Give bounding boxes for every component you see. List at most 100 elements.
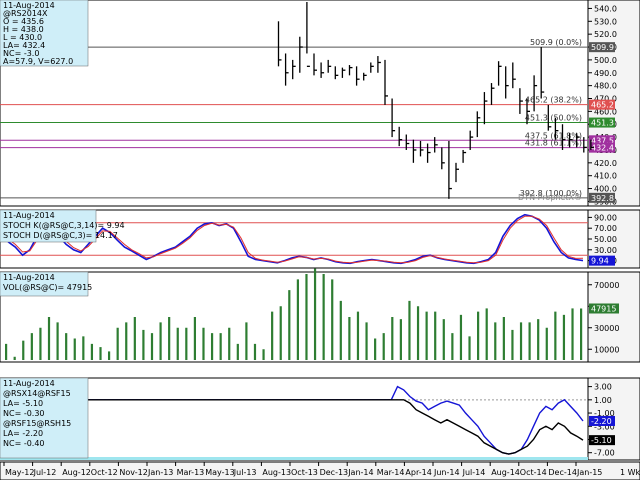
volume-bar xyxy=(365,322,368,360)
volume-bar xyxy=(116,327,119,360)
volume-bar xyxy=(348,317,351,360)
x-tick-label: Jul-14 xyxy=(462,468,486,477)
fib-badge-label: 392.8 xyxy=(591,194,614,203)
volume-bar xyxy=(451,333,454,360)
volume-bar xyxy=(425,311,428,360)
volume-bar xyxy=(374,338,377,360)
spread-badge-2-label: -5.10 xyxy=(591,436,612,445)
price-info-line: A=57.9, V=627.0 xyxy=(3,57,73,66)
volume-bar xyxy=(434,311,437,360)
volume-bar xyxy=(331,279,334,360)
stoch-ytick-label: 70.00 xyxy=(594,224,617,233)
spread-info-line: 11-Aug-2014 xyxy=(3,379,55,388)
volume-bar xyxy=(150,333,154,360)
volume-date: 11-Aug-2014 xyxy=(3,273,55,282)
volume-bar xyxy=(459,314,463,360)
volume-bar xyxy=(477,311,480,360)
volume-bar xyxy=(571,308,574,360)
price-ytick-label: 500.0 xyxy=(594,56,617,65)
volume-bar xyxy=(339,300,342,360)
volume-bar xyxy=(73,338,76,360)
volume-bar xyxy=(107,351,111,360)
spread-info-line: NC= -0.30 xyxy=(3,409,45,418)
x-tick-label: Jul-12 xyxy=(33,468,57,477)
volume-bar xyxy=(554,311,557,360)
spread-info-line: @RSF15@RSH15 xyxy=(3,419,71,428)
volume-bar xyxy=(176,327,179,360)
period-label: 1 Wk xyxy=(620,468,640,477)
volume-bar xyxy=(382,333,385,360)
price-ytick-label: 480.0 xyxy=(594,82,617,91)
volume-bar xyxy=(537,319,540,360)
spread-info-line: NC= -0.40 xyxy=(3,439,45,448)
volume-bar xyxy=(13,356,16,360)
x-tick-label: Mar-14 xyxy=(377,468,405,477)
volume-bar xyxy=(185,327,188,360)
price-ytick-label: 410.0 xyxy=(594,172,617,181)
volume-bar xyxy=(99,347,102,360)
stoch-d-label: STOCH D(@RS@C,3)= 14.17 xyxy=(3,231,118,240)
x-tick-label: Jun-14 xyxy=(433,468,460,477)
volume-bar xyxy=(416,306,420,360)
volume-bar xyxy=(442,319,445,360)
volume-bar xyxy=(262,349,265,360)
volume-bar xyxy=(47,317,51,360)
volume-bar xyxy=(39,327,42,360)
stoch-k-label: STOCH K(@RS@C,3,14)= 9.94 xyxy=(3,221,125,230)
volume-bar xyxy=(168,317,171,360)
fib-label: 431.8 (61.1%) xyxy=(525,139,582,148)
volume-bar xyxy=(236,343,239,360)
volume-bar xyxy=(313,268,317,360)
volume-bar xyxy=(468,336,471,360)
volume-bar xyxy=(245,322,248,360)
x-tick-label: Jul-13 xyxy=(233,468,257,477)
volume-bar xyxy=(511,329,514,360)
volume-bar xyxy=(288,290,291,360)
volume-bar xyxy=(22,340,25,360)
volume-bar xyxy=(391,317,394,360)
volume-bar xyxy=(219,333,222,360)
volume-ytick-label: 10000 xyxy=(594,345,619,354)
volume-bar xyxy=(485,308,488,360)
watermark: DTN ProphetX® xyxy=(518,193,582,202)
fib-badge-label: 509.9 xyxy=(591,43,614,52)
fib-badge-label: 451.3 xyxy=(591,119,614,128)
volume-bar xyxy=(502,317,505,360)
volume-bar xyxy=(65,333,68,360)
volume-bar xyxy=(133,317,136,360)
x-tick-label: Dec-14 xyxy=(548,468,577,477)
spread-badge-1-label: -2.20 xyxy=(591,417,612,426)
price-ytick-label: 400.0 xyxy=(594,185,617,194)
x-tick-label: Aug-14 xyxy=(491,468,520,477)
volume-bar xyxy=(90,343,94,360)
volume-bar xyxy=(56,322,59,360)
volume-bar xyxy=(193,317,197,360)
spread-info-line: LA= -2.20 xyxy=(3,429,43,438)
x-tick-label: Oct-12 xyxy=(91,468,118,477)
volume-ytick-label: 30000 xyxy=(594,324,619,333)
volume-bar xyxy=(408,300,411,360)
volume-badge-label: 47915 xyxy=(591,304,616,313)
volume-bar xyxy=(580,308,583,360)
volume-label: VOL(@RS@C)= 47915 xyxy=(3,283,92,292)
volume-bar xyxy=(305,274,308,360)
fib-badge-label: 465.2 xyxy=(591,101,614,110)
volume-bar xyxy=(5,343,8,360)
x-tick-label: Aug-12 xyxy=(62,468,91,477)
volume-bar xyxy=(356,311,360,360)
x-tick-label: Dec-13 xyxy=(320,468,349,477)
stoch-ytick-label: 90.00 xyxy=(594,213,617,222)
volume-bar xyxy=(125,322,128,360)
volume-ytick-label: 70000 xyxy=(594,281,619,290)
spread-info-line: LA= -5.10 xyxy=(3,399,43,408)
volume-bar xyxy=(202,327,205,360)
volume-bar xyxy=(253,343,257,360)
x-tick-label: Jan-13 xyxy=(147,468,173,477)
x-tick-label: Jan-15 xyxy=(576,468,602,477)
x-tick-label: Aug-13 xyxy=(262,468,291,477)
volume-bar xyxy=(210,333,214,360)
volume-bar xyxy=(30,333,33,360)
volume-bar xyxy=(494,322,497,360)
volume-bar xyxy=(159,322,162,360)
spread-info-line: @RSX14@RSF15 xyxy=(3,389,71,398)
